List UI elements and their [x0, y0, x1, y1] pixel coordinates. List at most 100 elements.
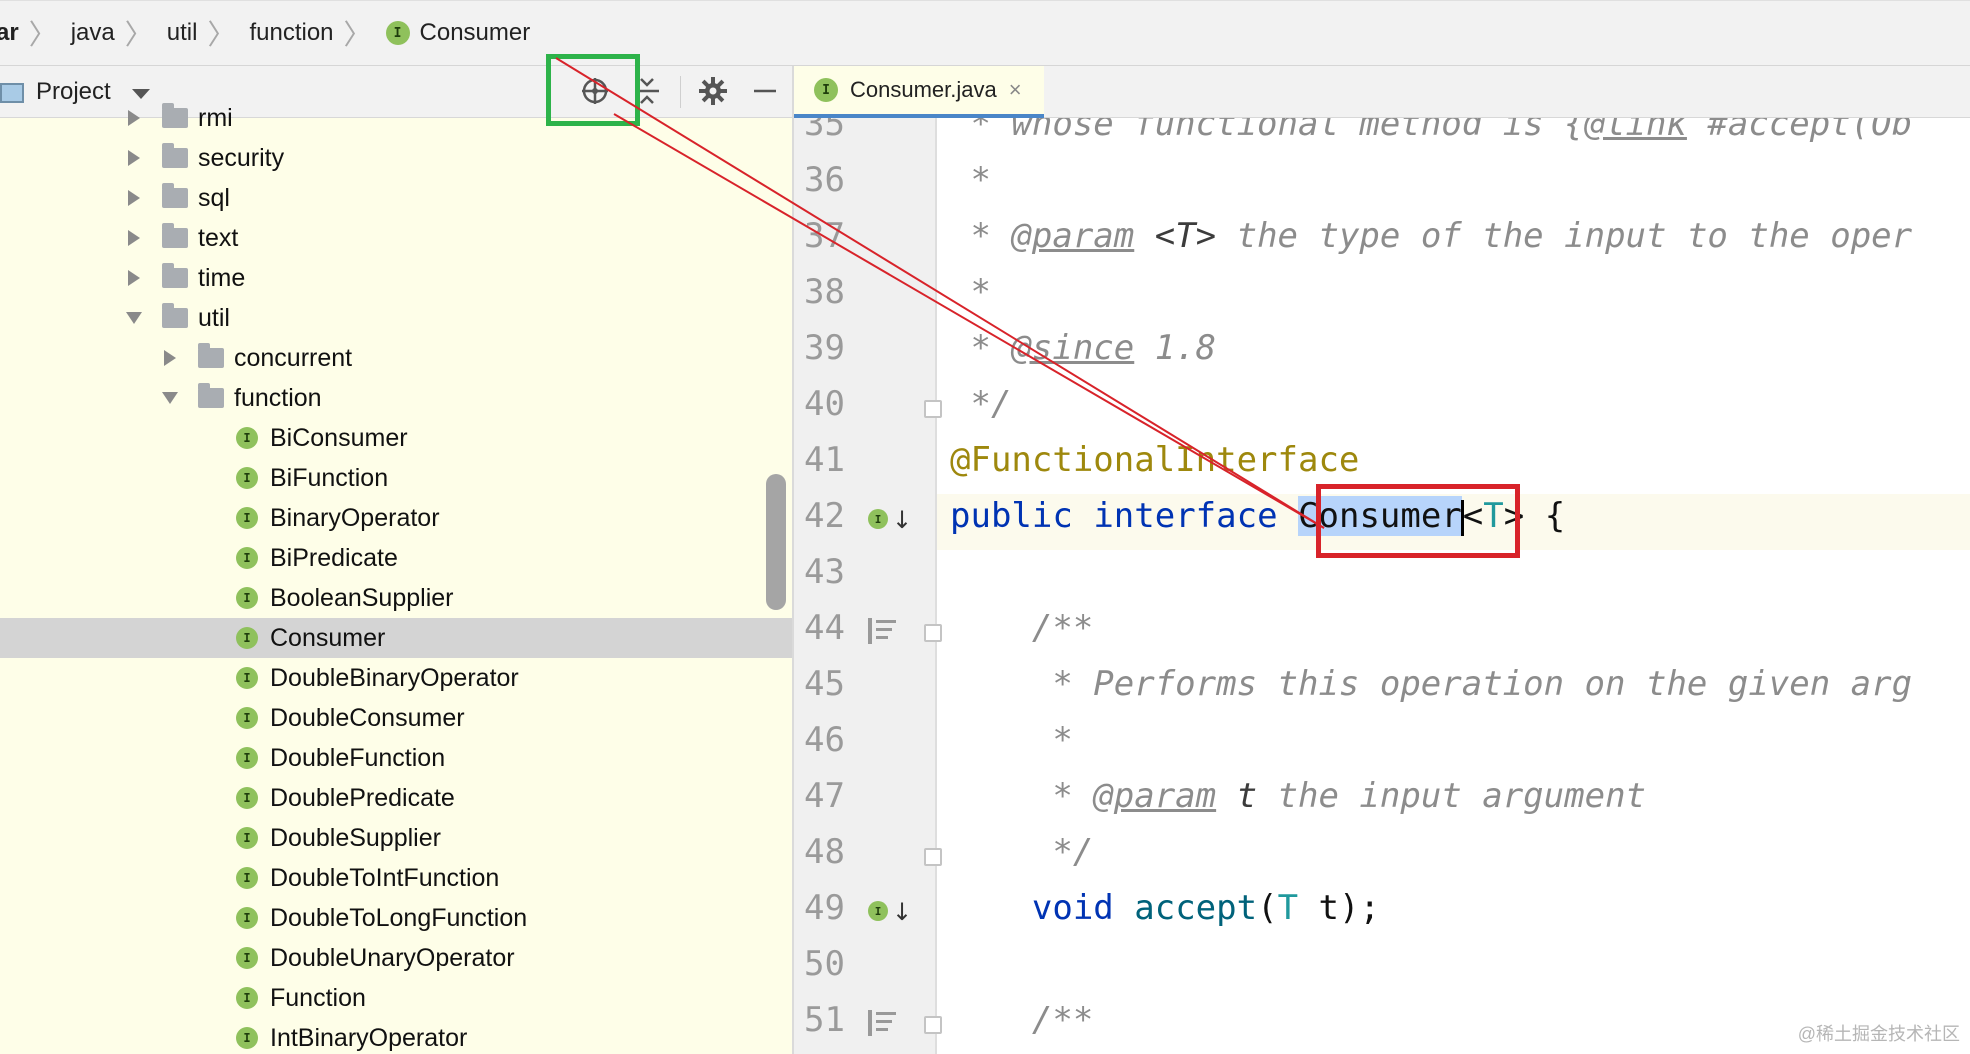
- interface-icon: I: [236, 787, 258, 809]
- interface-icon: I: [814, 78, 838, 102]
- code-line-39: * @since 1.8: [950, 328, 1217, 368]
- tree-item-bifunction[interactable]: I BiFunction: [0, 458, 792, 498]
- line-number: 50: [804, 944, 845, 984]
- tree-item-label: util: [198, 303, 230, 332]
- project-tree: rmi security sql text time util concurre…: [0, 103, 792, 1054]
- rendered-doc-icon[interactable]: [868, 618, 898, 644]
- tree-item-label: BiConsumer: [270, 423, 408, 452]
- tree-item-label: DoubleUnaryOperator: [270, 943, 515, 972]
- interface-icon: I: [868, 901, 888, 921]
- tree-item-biconsumer[interactable]: I BiConsumer: [0, 418, 792, 458]
- expand-arrow-icon[interactable]: [128, 270, 140, 286]
- tree-item-doublepredicate[interactable]: I DoublePredicate: [0, 778, 792, 818]
- tree-item-label: DoubleFunction: [270, 743, 446, 772]
- tree-item-text[interactable]: text: [0, 218, 792, 258]
- editor-tab-bar: I Consumer.java ×: [794, 66, 1970, 118]
- gutter-border: [935, 118, 937, 1054]
- fold-marker-icon[interactable]: [924, 848, 942, 866]
- breadcrumb-item-label: Consumer: [419, 19, 531, 46]
- code-line-38: *: [950, 272, 991, 312]
- tree-item-function-interface[interactable]: I Function: [0, 978, 792, 1018]
- line-number: 44: [804, 608, 845, 648]
- folder-icon: [162, 143, 188, 168]
- line-number: 35: [804, 118, 845, 144]
- annotation-highlight-locate: [546, 54, 640, 126]
- code-line-36: *: [950, 160, 991, 200]
- tree-item-doubletointfunction[interactable]: I DoubleToIntFunction: [0, 858, 792, 898]
- breadcrumb-item-java[interactable]: java: [71, 19, 115, 47]
- code-line-37: * @param <T> the type of the input to th…: [950, 216, 1913, 256]
- tree-item-label: sql: [198, 183, 230, 212]
- tree-item-label: DoublePredicate: [270, 783, 455, 812]
- folder-icon: [198, 383, 224, 408]
- interface-icon: I: [236, 827, 258, 849]
- tree-item-doubleconsumer[interactable]: I DoubleConsumer: [0, 698, 792, 738]
- breadcrumb-item-function[interactable]: function: [249, 19, 333, 47]
- expand-arrow-icon[interactable]: [164, 350, 176, 366]
- tree-item-booleansupplier[interactable]: I BooleanSupplier: [0, 578, 792, 618]
- line-number: 47: [804, 776, 845, 816]
- tree-item-time[interactable]: time: [0, 258, 792, 298]
- interface-icon: I: [236, 1027, 258, 1049]
- interface-icon: I: [236, 987, 258, 1009]
- rendered-doc-icon[interactable]: [868, 1010, 898, 1036]
- tree-item-bipredicate[interactable]: I BiPredicate: [0, 538, 792, 578]
- fold-marker-icon[interactable]: [924, 624, 942, 642]
- breadcrumb-separator-icon: 〉: [343, 19, 372, 50]
- line-number: 41: [804, 440, 845, 480]
- tree-item-doubletolongfunction[interactable]: I DoubleToLongFunction: [0, 898, 792, 938]
- tree-item-rmi[interactable]: rmi: [0, 98, 792, 138]
- tree-item-doubleunaryoperator[interactable]: I DoubleUnaryOperator: [0, 938, 792, 978]
- fold-marker-icon[interactable]: [924, 1016, 942, 1034]
- tree-item-label: IntBinaryOperator: [270, 1023, 468, 1052]
- tab-label: Consumer.java: [850, 77, 997, 102]
- tree-item-consumer[interactable]: I Consumer: [0, 618, 792, 658]
- breadcrumb-item-consumer[interactable]: I Consumer: [385, 19, 531, 47]
- interface-icon: I: [236, 867, 258, 889]
- code-line-46: *: [950, 720, 1073, 760]
- expand-arrow-icon[interactable]: [128, 230, 140, 246]
- breadcrumb-item-util[interactable]: util: [167, 19, 198, 47]
- line-number: 48: [804, 832, 845, 872]
- tree-item-label: time: [198, 263, 246, 292]
- tree-item-label: BiFunction: [270, 463, 389, 492]
- project-panel: Project rmi security sql text time util …: [0, 66, 792, 1054]
- tree-item-security[interactable]: security: [0, 138, 792, 178]
- tree-item-binaryoperator[interactable]: I BinaryOperator: [0, 498, 792, 538]
- code-line-51: /**: [950, 1000, 1094, 1040]
- expand-arrow-icon[interactable]: [128, 110, 140, 126]
- folder-icon: [162, 223, 188, 248]
- line-number: 39: [804, 328, 845, 368]
- tree-item-doublebinaryoperator[interactable]: I DoubleBinaryOperator: [0, 658, 792, 698]
- tree-item-doublefunction[interactable]: I DoubleFunction: [0, 738, 792, 778]
- overrides-marker[interactable]: I ↓: [868, 506, 912, 536]
- expand-arrow-icon[interactable]: [128, 150, 140, 166]
- tree-item-sql[interactable]: sql: [0, 178, 792, 218]
- folder-icon: [162, 263, 188, 288]
- fold-marker-icon[interactable]: [924, 400, 942, 418]
- tree-item-doublesupplier[interactable]: I DoubleSupplier: [0, 818, 792, 858]
- tab-consumer-java[interactable]: I Consumer.java ×: [794, 66, 1044, 118]
- line-number: 37: [804, 216, 845, 256]
- collapse-arrow-icon[interactable]: [162, 392, 178, 404]
- tree-item-intbinaryoperator[interactable]: I IntBinaryOperator: [0, 1018, 792, 1054]
- tree-item-label: text: [198, 223, 239, 252]
- line-number: 42: [804, 496, 845, 536]
- folder-icon: [162, 183, 188, 208]
- line-number: 45: [804, 664, 845, 704]
- code-line-40: */: [950, 384, 1012, 424]
- tree-item-label: Function: [270, 983, 366, 1012]
- interface-icon: I: [236, 907, 258, 929]
- collapse-arrow-icon[interactable]: [126, 312, 142, 324]
- close-icon[interactable]: ×: [1009, 77, 1022, 103]
- overrides-marker[interactable]: I ↓: [868, 898, 912, 928]
- tree-scrollbar-thumb[interactable]: [766, 474, 786, 610]
- code-editor[interactable]: 35 36 37 38 39 40 41 42 43 44 45 46 47 4…: [794, 118, 1970, 1054]
- tree-item-label: DoubleConsumer: [270, 703, 465, 732]
- expand-arrow-icon[interactable]: [128, 190, 140, 206]
- watermark: @稀土掘金技术社区: [1797, 1024, 1960, 1044]
- tree-item-function[interactable]: function: [0, 378, 792, 418]
- breadcrumb-item-jar[interactable]: ar: [0, 19, 19, 47]
- tree-item-concurrent[interactable]: concurrent: [0, 338, 792, 378]
- tree-item-util[interactable]: util: [0, 298, 792, 338]
